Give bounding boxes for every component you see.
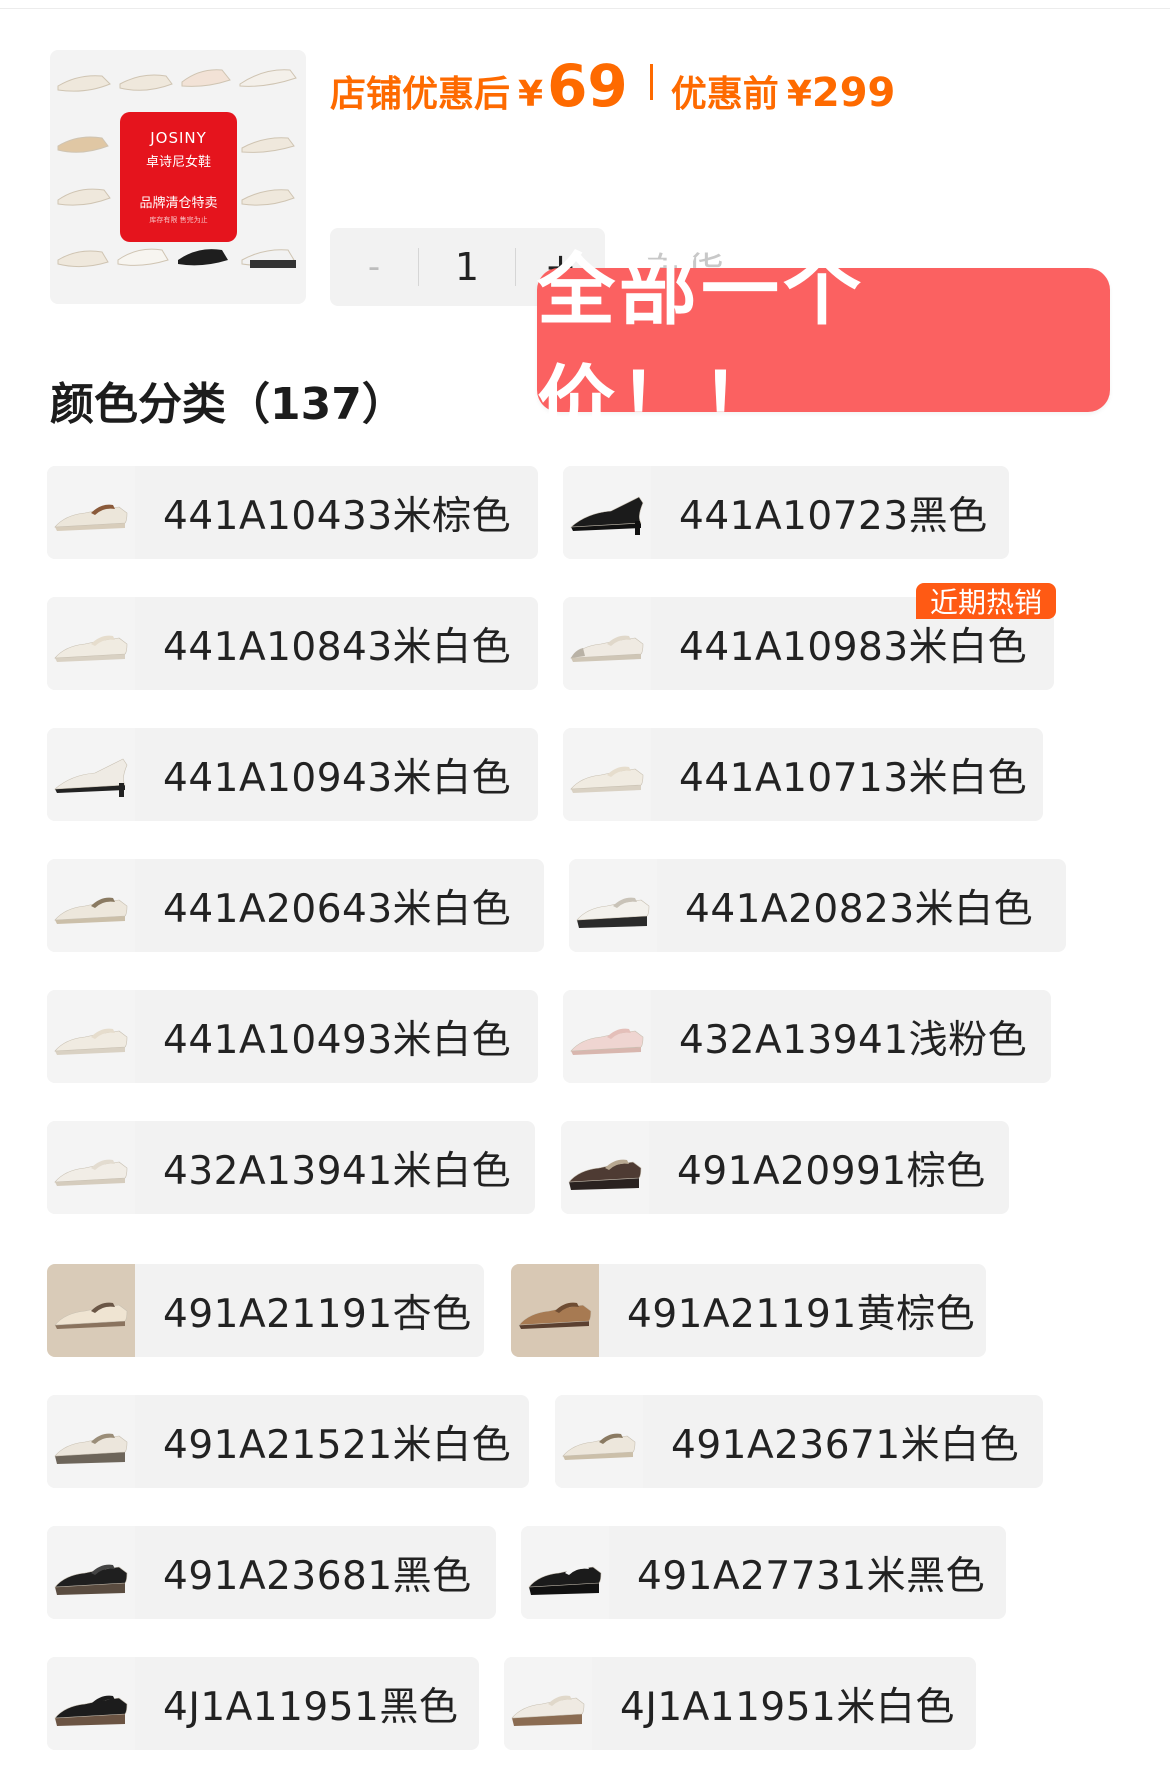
variant-label: 441A10713米白色 <box>679 755 1028 801</box>
variant-label: 441A10843米白色 <box>163 624 512 670</box>
promo-banner: 全部一个价！！ <box>537 246 1110 448</box>
variant-chip[interactable]: 4J1A11951黑色 <box>47 1657 479 1750</box>
variant-chip[interactable]: 4J1A11951米白色 <box>504 1657 976 1750</box>
variant-label: 491A23681黑色 <box>163 1553 472 1599</box>
variant-chip[interactable]: 441A20823米白色 <box>569 859 1066 952</box>
photo-shoe-tan-icon <box>511 1264 599 1357</box>
section-title: 颜色分类（137） <box>50 379 406 430</box>
price-before-label: 优惠前 <box>670 74 779 115</box>
shoe-flat-strap-white-graphic <box>570 766 644 793</box>
variant-label: 441A20643米白色 <box>163 886 512 932</box>
variant-label: 441A10433米棕色 <box>163 493 512 539</box>
shoe-loafer-white-graphic <box>54 897 128 924</box>
shoe-loafer-heel-white-graphic <box>54 1433 128 1464</box>
variant-label: 491A21191杏色 <box>163 1291 472 1337</box>
shoe-flat-lace-white-graphic <box>54 1159 128 1186</box>
variant-label: 4J1A11951黑色 <box>163 1684 459 1730</box>
shoe-loafer-white-graphic <box>562 1433 636 1460</box>
product-thumbnail[interactable]: JOSINY 卓诗尼女鞋 品牌清仓特卖 库存有限 售完为止 <box>50 50 306 304</box>
price-separator <box>649 64 653 100</box>
shoe-flat-pink-icon <box>563 990 651 1083</box>
variant-label: 441A10983米白色 <box>679 624 1028 670</box>
price-after-value: 69 <box>547 52 628 120</box>
price-line: 店铺优惠后 ¥ 69 优惠前 ¥ 299 <box>330 52 895 120</box>
variant-label: 491A23671米白色 <box>671 1422 1020 1468</box>
variant-label: 441A10723黑色 <box>679 493 988 539</box>
price-after-label: 店铺优惠后 <box>330 74 511 115</box>
brand-card: JOSINY 卓诗尼女鞋 品牌清仓特卖 库存有限 售完为止 <box>120 112 237 242</box>
shoe-maryjane-white-icon <box>504 1657 592 1750</box>
variant-chip[interactable]: 441A10843米白色 <box>47 597 538 690</box>
quantity-input[interactable]: 1 <box>419 245 515 289</box>
variant-chip[interactable]: 491A23671米白色 <box>555 1395 1043 1488</box>
shoe-flat-strap-white-icon <box>47 990 135 1083</box>
variant-label: 4J1A11951米白色 <box>620 1684 955 1730</box>
variant-label: 491A20991棕色 <box>677 1148 986 1194</box>
variant-chip[interactable]: 491A20991棕色 <box>561 1121 1009 1214</box>
shoe-maryjane-white-graphic <box>511 1695 585 1726</box>
shoe-pump-black-graphic <box>570 496 644 535</box>
brand-name: JOSINY <box>150 129 207 147</box>
shoe-loafer-white-icon <box>47 859 135 952</box>
decrease-button[interactable]: - <box>330 247 418 287</box>
shoe-flat-strap-beige-graphic <box>54 504 128 531</box>
shoe-oxford-black-white-icon <box>521 1526 609 1619</box>
photo-shoe-tan-graphic <box>518 1302 592 1329</box>
price-before-value: 299 <box>811 70 896 116</box>
shoe-oxford-black-white-graphic <box>528 1564 602 1595</box>
shoe-oxford-black-graphic <box>54 1564 128 1595</box>
variant-chip[interactable]: 441A10723黑色 <box>563 466 1009 559</box>
variant-chip[interactable]: 491A21191杏色 <box>47 1264 484 1357</box>
price-after-currency: ¥ <box>518 74 544 115</box>
shoe-oxford-black-icon <box>47 1526 135 1619</box>
brand-small-print: 库存有限 售完为止 <box>149 216 208 224</box>
variant-chip[interactable]: 491A21191黄棕色 <box>511 1264 986 1357</box>
variant-chip[interactable]: 441A10943米白色 <box>47 728 538 821</box>
variant-label: 491A21191黄棕色 <box>627 1291 976 1337</box>
variant-chip[interactable]: 441A20643米白色 <box>47 859 544 952</box>
variant-label: 441A10943米白色 <box>163 755 512 801</box>
shoe-flat-strap-white-icon <box>563 728 651 821</box>
photo-shoe-apricot-graphic <box>54 1302 128 1329</box>
variant-chip[interactable]: 491A27731米黑色 <box>521 1526 1006 1619</box>
shoe-flat-metal-toe-graphic <box>570 635 644 662</box>
shoe-maryjane-black-graphic <box>54 1695 128 1726</box>
variant-label: 441A20823米白色 <box>685 886 1034 932</box>
variant-label: 432A13941米白色 <box>163 1148 512 1194</box>
shoe-flat-lace-white-icon <box>47 1121 135 1214</box>
variant-chip[interactable]: 432A13941米白色 <box>47 1121 535 1214</box>
shoe-pump-white-icon <box>47 728 135 821</box>
brand-tagline: 品牌清仓特卖 <box>139 196 218 211</box>
shoe-flat-strap-white-graphic <box>54 1028 128 1055</box>
variant-label: 491A21521米白色 <box>163 1422 512 1468</box>
shoe-maryjane-black-icon <box>47 1657 135 1750</box>
shoe-loafer-brown-icon <box>561 1121 649 1214</box>
price-before-currency: ¥ <box>786 74 812 115</box>
shoe-flat-metal-toe-icon <box>563 597 651 690</box>
shoe-flat-strap-white-graphic <box>54 635 128 662</box>
variant-chip[interactable]: 441A10713米白色 <box>563 728 1043 821</box>
shoe-pump-black-icon <box>563 466 651 559</box>
variant-label: 491A27731米黑色 <box>637 1553 986 1599</box>
shoe-loafer-brown-graphic <box>568 1159 642 1190</box>
shoe-flat-strap-white-icon <box>47 597 135 690</box>
variant-label: 441A10493米白色 <box>163 1017 512 1063</box>
shoe-flat-strap-beige-icon <box>47 466 135 559</box>
shoe-platform-white-graphic <box>576 897 650 928</box>
shoe-pump-white-graphic <box>54 758 128 797</box>
top-divider <box>0 8 1170 9</box>
variant-chip[interactable]: 441A10493米白色 <box>47 990 538 1083</box>
brand-subtitle: 卓诗尼女鞋 <box>145 155 211 170</box>
variant-chip[interactable]: 491A21521米白色 <box>47 1395 529 1488</box>
variant-chip[interactable]: 441A10433米棕色 <box>47 466 538 559</box>
hot-sale-badge: 近期热销 <box>916 583 1056 619</box>
shoe-flat-pink-graphic <box>570 1028 644 1055</box>
variant-chip[interactable]: 491A23681黑色 <box>47 1526 496 1619</box>
shoe-loafer-white-icon <box>555 1395 643 1488</box>
shoe-platform-white-icon <box>569 859 657 952</box>
variant-label: 432A13941浅粉色 <box>679 1017 1028 1063</box>
photo-shoe-apricot-icon <box>47 1264 135 1357</box>
variant-chip[interactable]: 432A13941浅粉色 <box>563 990 1051 1083</box>
shoe-loafer-heel-white-icon <box>47 1395 135 1488</box>
